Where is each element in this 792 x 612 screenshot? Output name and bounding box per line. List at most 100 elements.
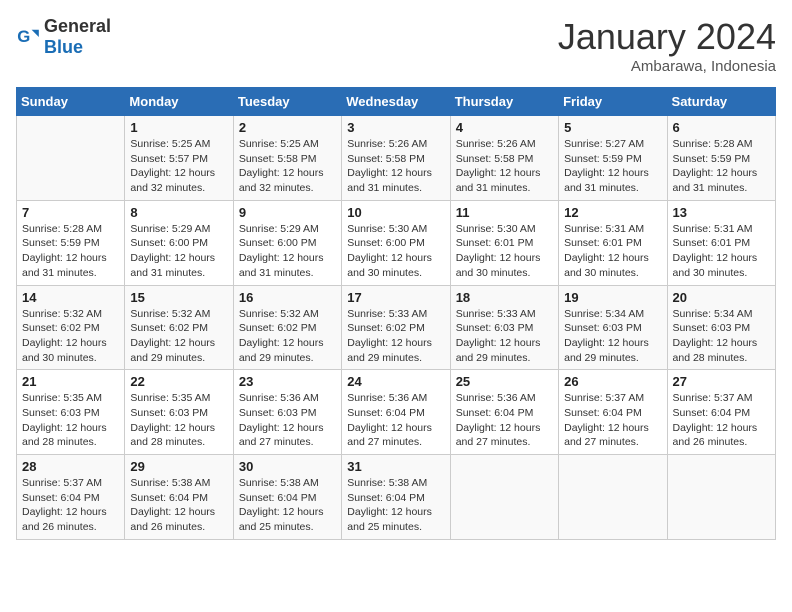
day-info-text: Sunrise: 5:26 AMSunset: 5:58 PMDaylight:… <box>347 137 444 196</box>
day-number: 21 <box>22 374 119 389</box>
header-cell-thursday: Thursday <box>450 88 558 116</box>
day-cell: 6 Sunrise: 5:28 AMSunset: 5:59 PMDaylight… <box>667 116 775 201</box>
day-number: 22 <box>130 374 227 389</box>
day-cell: 24 Sunrise: 5:36 AMSunset: 6:04 PMDayligh… <box>342 370 450 455</box>
day-info-text: Sunrise: 5:35 AMSunset: 6:03 PMDaylight:… <box>130 391 227 450</box>
header-cell-friday: Friday <box>559 88 667 116</box>
week-row: 28 Sunrise: 5:37 AMSunset: 6:04 PMDayligh… <box>17 455 776 540</box>
logo-general: General <box>44 16 111 36</box>
logo: G General Blue <box>16 16 111 58</box>
day-cell: 21 Sunrise: 5:35 AMSunset: 6:03 PMDayligh… <box>17 370 125 455</box>
day-number: 4 <box>456 120 553 135</box>
day-number: 1 <box>130 120 227 135</box>
day-cell: 5 Sunrise: 5:27 AMSunset: 5:59 PMDaylight… <box>559 116 667 201</box>
day-cell: 30 Sunrise: 5:38 AMSunset: 6:04 PMDayligh… <box>233 455 341 540</box>
week-row: 14 Sunrise: 5:32 AMSunset: 6:02 PMDayligh… <box>17 285 776 370</box>
day-info-text: Sunrise: 5:29 AMSunset: 6:00 PMDaylight:… <box>239 222 336 281</box>
day-number: 2 <box>239 120 336 135</box>
day-cell: 1Sunrise: 5:25 AMSunset: 5:57 PMDaylight… <box>125 116 233 201</box>
day-info-text: Sunrise: 5:33 AMSunset: 6:02 PMDaylight:… <box>347 307 444 366</box>
day-number: 24 <box>347 374 444 389</box>
week-row: 21 Sunrise: 5:35 AMSunset: 6:03 PMDayligh… <box>17 370 776 455</box>
day-cell: 22 Sunrise: 5:35 AMSunset: 6:03 PMDayligh… <box>125 370 233 455</box>
day-info-text: Sunrise: 5:30 AMSunset: 6:00 PMDaylight:… <box>347 222 444 281</box>
day-number: 20 <box>673 290 770 305</box>
day-cell: 27Sunrise: 5:37 AMSunset: 6:04 PMDayligh… <box>667 370 775 455</box>
logo-blue: Blue <box>44 37 83 57</box>
calendar-body: 1Sunrise: 5:25 AMSunset: 5:57 PMDaylight… <box>17 116 776 540</box>
day-info-text: Sunrise: 5:34 AMSunset: 6:03 PMDaylight:… <box>673 307 770 366</box>
week-row: 1Sunrise: 5:25 AMSunset: 5:57 PMDaylight… <box>17 116 776 201</box>
day-info-text: Sunrise: 5:36 AMSunset: 6:03 PMDaylight:… <box>239 391 336 450</box>
day-cell: 25Sunrise: 5:36 AMSunset: 6:04 PMDayligh… <box>450 370 558 455</box>
day-info-text: Sunrise: 5:31 AMSunset: 6:01 PMDaylight:… <box>564 222 661 281</box>
day-number: 18 <box>456 290 553 305</box>
day-info-text: Sunrise: 5:28 AMSunset: 5:59 PMDaylight:… <box>22 222 119 281</box>
day-number: 23 <box>239 374 336 389</box>
day-cell: 29Sunrise: 5:38 AMSunset: 6:04 PMDayligh… <box>125 455 233 540</box>
svg-text:G: G <box>17 27 30 46</box>
header-row: SundayMondayTuesdayWednesdayThursdayFrid… <box>17 88 776 116</box>
day-number: 30 <box>239 459 336 474</box>
day-info-text: Sunrise: 5:38 AMSunset: 6:04 PMDaylight:… <box>239 476 336 535</box>
day-info-text: Sunrise: 5:27 AMSunset: 5:59 PMDaylight:… <box>564 137 661 196</box>
header-cell-tuesday: Tuesday <box>233 88 341 116</box>
day-cell: 28 Sunrise: 5:37 AMSunset: 6:04 PMDayligh… <box>17 455 125 540</box>
day-info-text: Sunrise: 5:33 AMSunset: 6:03 PMDaylight:… <box>456 307 553 366</box>
day-info-text: Sunrise: 5:34 AMSunset: 6:03 PMDaylight:… <box>564 307 661 366</box>
page-header: G General Blue January 2024 Ambarawa, In… <box>16 16 776 75</box>
day-number: 28 <box>22 459 119 474</box>
day-info-text: Sunrise: 5:25 AMSunset: 5:58 PMDaylight:… <box>239 137 336 196</box>
day-number: 17 <box>347 290 444 305</box>
day-number: 13 <box>673 205 770 220</box>
day-number: 14 <box>22 290 119 305</box>
day-info-text: Sunrise: 5:36 AMSunset: 6:04 PMDaylight:… <box>347 391 444 450</box>
header-cell-saturday: Saturday <box>667 88 775 116</box>
day-number: 12 <box>564 205 661 220</box>
title-block: January 2024 Ambarawa, Indonesia <box>558 16 776 75</box>
day-number: 26 <box>564 374 661 389</box>
day-cell: 19Sunrise: 5:34 AMSunset: 6:03 PMDayligh… <box>559 285 667 370</box>
day-info-text: Sunrise: 5:26 AMSunset: 5:58 PMDaylight:… <box>456 137 553 196</box>
day-number: 6 <box>673 120 770 135</box>
calendar-table: SundayMondayTuesdayWednesdayThursdayFrid… <box>16 87 776 540</box>
day-cell <box>450 455 558 540</box>
day-cell: 17 Sunrise: 5:33 AMSunset: 6:02 PMDayligh… <box>342 285 450 370</box>
day-number: 5 <box>564 120 661 135</box>
header-cell-wednesday: Wednesday <box>342 88 450 116</box>
day-info-text: Sunrise: 5:32 AMSunset: 6:02 PMDaylight:… <box>130 307 227 366</box>
day-cell <box>667 455 775 540</box>
day-info-text: Sunrise: 5:28 AMSunset: 5:59 PMDaylight:… <box>673 137 770 196</box>
day-cell <box>559 455 667 540</box>
day-number: 15 <box>130 290 227 305</box>
day-info-text: Sunrise: 5:38 AMSunset: 6:04 PMDaylight:… <box>130 476 227 535</box>
day-cell: 26Sunrise: 5:37 AMSunset: 6:04 PMDayligh… <box>559 370 667 455</box>
day-number: 31 <box>347 459 444 474</box>
day-info-text: Sunrise: 5:36 AMSunset: 6:04 PMDaylight:… <box>456 391 553 450</box>
day-cell: 7Sunrise: 5:28 AMSunset: 5:59 PMDaylight… <box>17 200 125 285</box>
day-number: 3 <box>347 120 444 135</box>
day-cell: 16Sunrise: 5:32 AMSunset: 6:02 PMDayligh… <box>233 285 341 370</box>
day-number: 11 <box>456 205 553 220</box>
day-cell <box>17 116 125 201</box>
day-cell: 20 Sunrise: 5:34 AMSunset: 6:03 PMDayligh… <box>667 285 775 370</box>
day-number: 16 <box>239 290 336 305</box>
day-info-text: Sunrise: 5:29 AMSunset: 6:00 PMDaylight:… <box>130 222 227 281</box>
day-info-text: Sunrise: 5:37 AMSunset: 6:04 PMDaylight:… <box>22 476 119 535</box>
day-info-text: Sunrise: 5:30 AMSunset: 6:01 PMDaylight:… <box>456 222 553 281</box>
header-cell-monday: Monday <box>125 88 233 116</box>
day-cell: 2 Sunrise: 5:25 AMSunset: 5:58 PMDaylight… <box>233 116 341 201</box>
day-cell: 14Sunrise: 5:32 AMSunset: 6:02 PMDayligh… <box>17 285 125 370</box>
day-cell: 9Sunrise: 5:29 AMSunset: 6:00 PMDaylight… <box>233 200 341 285</box>
day-info-text: Sunrise: 5:35 AMSunset: 6:03 PMDaylight:… <box>22 391 119 450</box>
day-cell: 4 Sunrise: 5:26 AMSunset: 5:58 PMDaylight… <box>450 116 558 201</box>
day-cell: 11 Sunrise: 5:30 AMSunset: 6:01 PMDayligh… <box>450 200 558 285</box>
day-cell: 3 Sunrise: 5:26 AMSunset: 5:58 PMDaylight… <box>342 116 450 201</box>
month-year-title: January 2024 <box>558 16 776 58</box>
day-cell: 10Sunrise: 5:30 AMSunset: 6:00 PMDayligh… <box>342 200 450 285</box>
day-info-text: Sunrise: 5:31 AMSunset: 6:01 PMDaylight:… <box>673 222 770 281</box>
day-cell: 31 Sunrise: 5:38 AMSunset: 6:04 PMDayligh… <box>342 455 450 540</box>
generalblue-logo-icon: G <box>16 25 40 49</box>
location-subtitle: Ambarawa, Indonesia <box>558 58 776 75</box>
day-info-text: Sunrise: 5:38 AMSunset: 6:04 PMDaylight:… <box>347 476 444 535</box>
